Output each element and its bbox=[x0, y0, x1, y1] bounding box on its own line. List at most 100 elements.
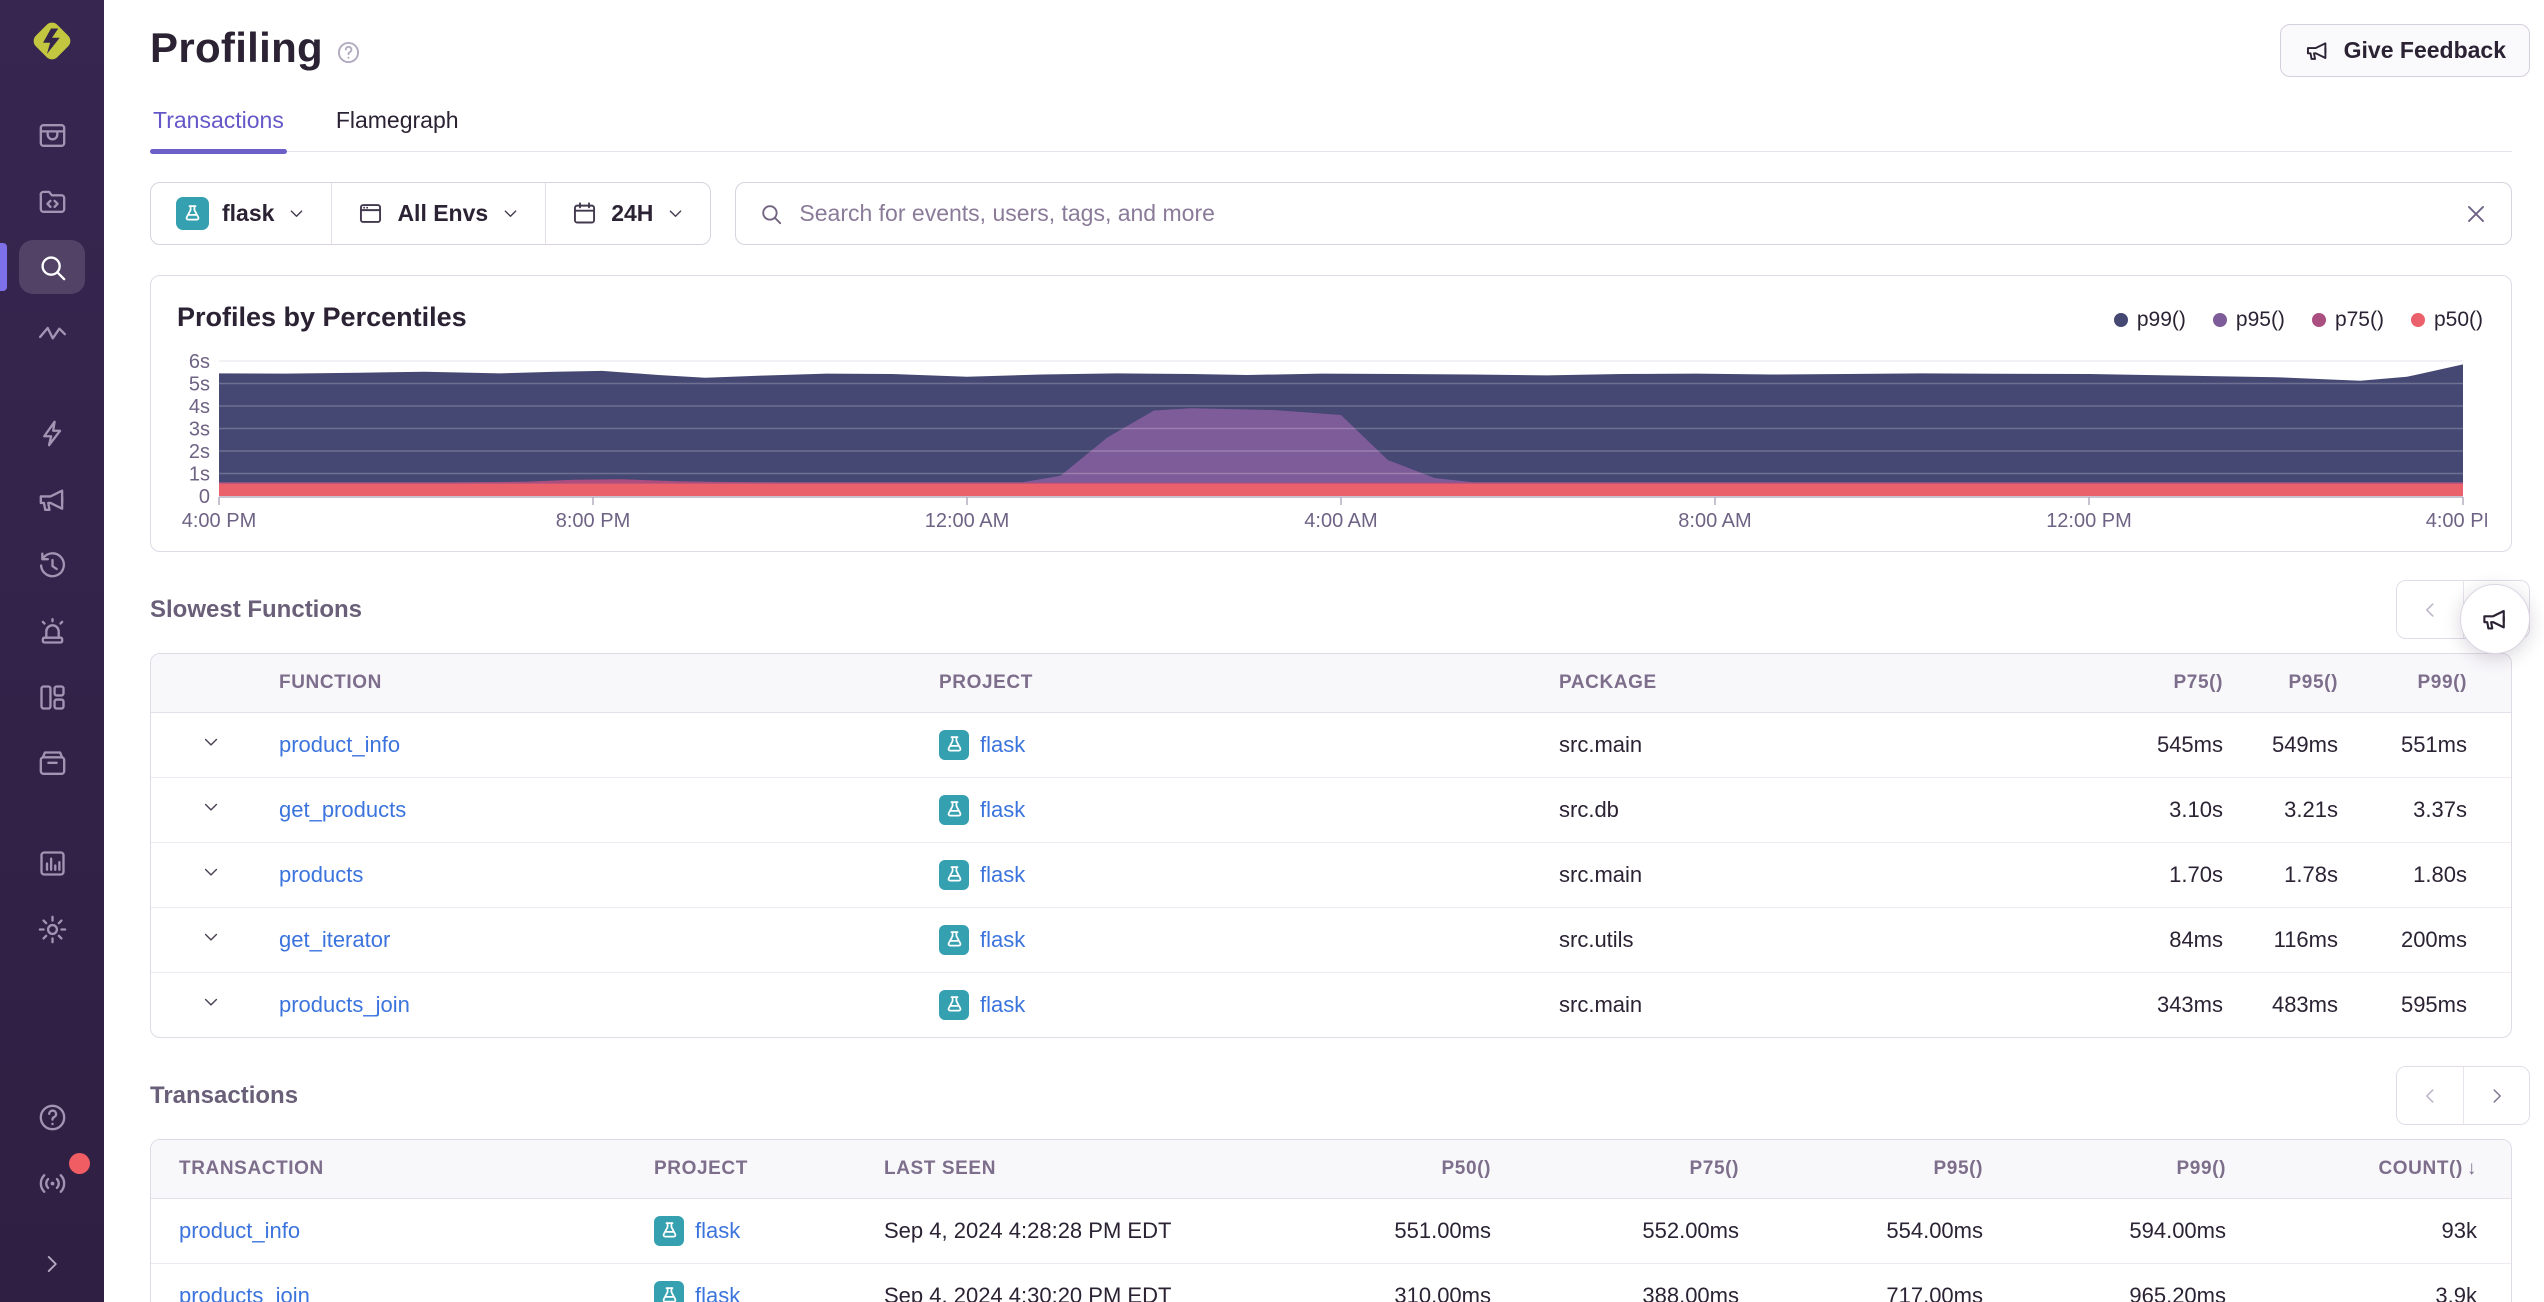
legend-item-p50[interactable]: p50() bbox=[2410, 308, 2483, 332]
column-header-p75[interactable]: P75() bbox=[1499, 1140, 1747, 1199]
svg-text:0: 0 bbox=[199, 486, 210, 508]
sidebar-item-help[interactable] bbox=[19, 1090, 85, 1144]
cell-p75: 343ms bbox=[2156, 991, 2223, 1017]
sidebar-item-releases[interactable] bbox=[19, 736, 85, 790]
project-link[interactable]: flask bbox=[695, 1283, 740, 1302]
column-header-count[interactable]: COUNT() ↓ bbox=[2234, 1140, 2511, 1199]
project-link[interactable]: flask bbox=[980, 797, 1025, 823]
sidebar-item-settings[interactable] bbox=[19, 902, 85, 956]
function-link[interactable]: product_info bbox=[279, 732, 400, 757]
legend-item-p75[interactable]: p75() bbox=[2311, 308, 2384, 332]
sidebar-bottom bbox=[19, 1084, 90, 1216]
cell-last_seen: Sep 4, 2024 4:30:20 PM EDT bbox=[884, 1282, 1172, 1302]
legend-item-p95[interactable]: p95() bbox=[2212, 308, 2285, 332]
column-header-p95[interactable]: P95() bbox=[1747, 1140, 1991, 1199]
inbox-icon bbox=[36, 119, 69, 152]
main-content: Profiling Give Feedback Transactions Flam… bbox=[104, 0, 2544, 1302]
settings-gear-icon bbox=[36, 913, 69, 946]
row-expander[interactable] bbox=[151, 972, 271, 1037]
function-link[interactable]: get_products bbox=[279, 797, 406, 822]
project-filter[interactable]: flask bbox=[151, 183, 331, 244]
sidebar-item-alerts[interactable] bbox=[19, 604, 85, 658]
megaphone-icon bbox=[2304, 37, 2331, 64]
svg-text:8:00 PM: 8:00 PM bbox=[556, 510, 630, 532]
project-link[interactable]: flask bbox=[980, 927, 1025, 953]
trace-line-icon bbox=[36, 317, 69, 350]
cell-p75: 388.00ms bbox=[1642, 1282, 1739, 1302]
column-header-p50[interactable]: P50() bbox=[1251, 1140, 1499, 1199]
sidebar-item-stats[interactable] bbox=[19, 836, 85, 890]
tab-flamegraph[interactable]: Flamegraph bbox=[333, 101, 462, 151]
cell-function: get_products bbox=[271, 777, 931, 843]
column-header-p95[interactable]: P95() bbox=[2231, 654, 2346, 713]
sidebar-item-projects[interactable] bbox=[19, 174, 85, 228]
sidebar-item-whats-new[interactable] bbox=[19, 1153, 90, 1210]
project-link[interactable]: flask bbox=[980, 992, 1025, 1018]
svg-text:5s: 5s bbox=[189, 374, 210, 396]
column-header-project[interactable]: PROJECT bbox=[646, 1140, 876, 1199]
legend-dot bbox=[2113, 313, 2128, 327]
row-expander[interactable] bbox=[151, 777, 271, 843]
sidebar-item-performance[interactable] bbox=[19, 406, 85, 460]
transaction-link[interactable]: product_info bbox=[179, 1218, 300, 1243]
dashboard-icon bbox=[36, 681, 69, 714]
help-icon[interactable] bbox=[335, 39, 362, 66]
prev-page-button[interactable] bbox=[2397, 581, 2463, 638]
column-header-project[interactable]: PROJECT bbox=[931, 654, 1551, 713]
column-header-p99[interactable]: P99() bbox=[2346, 654, 2511, 713]
legend-dot bbox=[2410, 313, 2425, 327]
project-link[interactable]: flask bbox=[980, 732, 1025, 758]
column-header-function[interactable]: FUNCTION bbox=[271, 654, 931, 713]
project-link[interactable]: flask bbox=[980, 862, 1025, 888]
transaction-link[interactable]: products_join bbox=[179, 1283, 310, 1302]
legend-item-p99[interactable]: p99() bbox=[2113, 308, 2186, 332]
column-header-package[interactable]: PACKAGE bbox=[1551, 654, 2071, 713]
window-icon bbox=[357, 200, 384, 227]
sidebar-collapse-button[interactable] bbox=[32, 1244, 72, 1284]
project-link[interactable]: flask bbox=[695, 1218, 740, 1244]
cell-p50: 310.00ms bbox=[1394, 1282, 1491, 1302]
alert-siren-icon bbox=[36, 615, 69, 648]
row-expander[interactable] bbox=[151, 907, 271, 973]
sidebar-item-dashboards[interactable] bbox=[19, 670, 85, 724]
chevron-down-icon bbox=[201, 927, 221, 952]
column-header-transaction[interactable]: TRANSACTION bbox=[151, 1140, 646, 1199]
tab-transactions[interactable]: Transactions bbox=[150, 101, 287, 154]
cell-p99: 594.00ms bbox=[1991, 1198, 2234, 1264]
clear-search-icon[interactable] bbox=[2463, 201, 2489, 227]
search-input[interactable] bbox=[799, 200, 2448, 227]
sidebar-item-explore[interactable] bbox=[0, 240, 85, 294]
environment-filter[interactable]: All Envs bbox=[331, 183, 545, 244]
sidebar-item-issues[interactable] bbox=[19, 108, 85, 162]
function-link[interactable]: get_iterator bbox=[279, 927, 390, 952]
sidebar-item-feedback[interactable] bbox=[19, 472, 85, 526]
row-expander[interactable] bbox=[151, 712, 271, 778]
flask-project-icon bbox=[939, 989, 969, 1020]
column-header-p75[interactable]: P75() bbox=[2071, 654, 2231, 713]
feedback-widget-button[interactable] bbox=[2460, 584, 2530, 654]
cell-project: flask bbox=[931, 907, 1551, 973]
legend-dot bbox=[2212, 313, 2227, 327]
notification-badge bbox=[69, 1153, 90, 1174]
column-header-p99[interactable]: P99() bbox=[1991, 1140, 2234, 1199]
give-feedback-button[interactable]: Give Feedback bbox=[2279, 24, 2530, 77]
function-row: product_info flask src.main 545ms 549ms 551ms bbox=[151, 712, 2511, 778]
function-link[interactable]: products_join bbox=[279, 992, 410, 1017]
percentiles-chart[interactable]: 4:00 PM 8:00 PM 12:00 AM 4:00 AM 8:00 AM 12:0… bbox=[177, 343, 2487, 539]
sidebar-item-replays[interactable] bbox=[19, 538, 85, 592]
transactions-title: Transactions bbox=[150, 1081, 299, 1109]
next-page-button[interactable] bbox=[2463, 1067, 2529, 1124]
row-expander[interactable] bbox=[151, 842, 271, 908]
prev-page-button[interactable] bbox=[2397, 1067, 2463, 1124]
chevron-down-icon bbox=[201, 992, 221, 1017]
function-link[interactable]: products bbox=[279, 862, 363, 887]
flask-project-icon bbox=[939, 924, 969, 955]
date-range-filter[interactable]: 24H bbox=[545, 183, 710, 244]
search-bar bbox=[735, 182, 2512, 245]
cell-last_seen: Sep 4, 2024 4:28:28 PM EDT bbox=[876, 1198, 1251, 1264]
flask-project-icon bbox=[939, 859, 969, 890]
sentry-logo[interactable] bbox=[25, 14, 79, 68]
cell-transaction: products_join bbox=[151, 1263, 646, 1302]
column-header-last_seen[interactable]: LAST SEEN bbox=[876, 1140, 1251, 1199]
sidebar-item-traces[interactable] bbox=[19, 306, 85, 360]
